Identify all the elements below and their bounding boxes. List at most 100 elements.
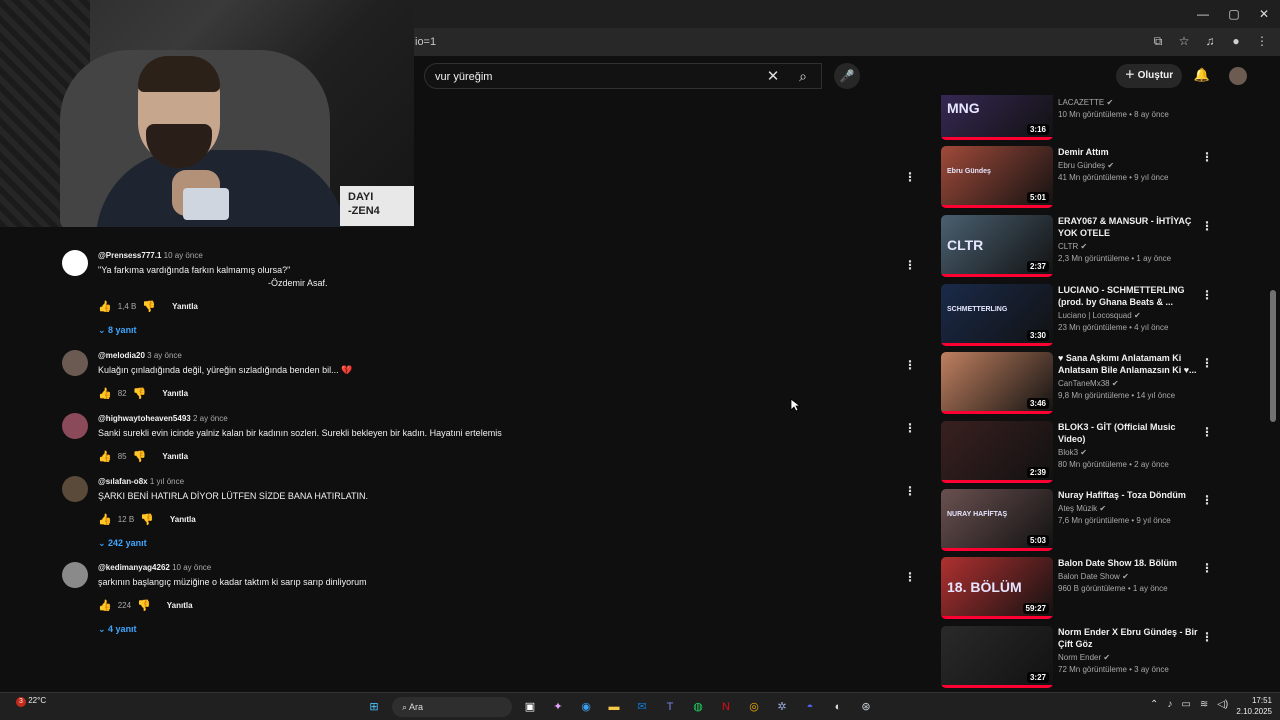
display-icon[interactable]: ▭ xyxy=(1181,699,1190,710)
video-title[interactable]: ♥ Sana Aşkımı Anlatamam Ki Anlatsam Bile… xyxy=(1058,352,1198,376)
comment-username[interactable]: @Prensess777.1 xyxy=(98,251,161,260)
video-title[interactable]: ERAY067 & MANSUR - İHTİYAÇ YOK OTELE xyxy=(1058,215,1198,239)
video-thumbnail[interactable]: Ebru Gündeş 5:01 xyxy=(941,146,1053,208)
copilot-icon[interactable]: ✦ xyxy=(548,697,568,717)
video-menu-icon[interactable]: ⋮ xyxy=(1201,561,1213,575)
video-thumbnail[interactable]: MNG 3:16 xyxy=(941,95,1053,140)
reply-button[interactable]: Yanıtla xyxy=(162,452,188,461)
related-video[interactable]: NURAY HAFİFTAŞ 5:03 Nuray Hafiftaş - Toz… xyxy=(941,489,1213,551)
search-box[interactable]: vur yüreğim ✕ xyxy=(424,63,822,89)
dislike-icon[interactable]: 👎 xyxy=(142,300,156,313)
video-menu-icon[interactable]: ⋮ xyxy=(1201,630,1213,644)
view-replies-button[interactable]: ⌄ 4 yanıt xyxy=(98,622,898,636)
like-icon[interactable]: 👍 xyxy=(98,300,112,313)
comment-time[interactable]: 10 ay önce xyxy=(164,251,203,260)
outlook-icon[interactable]: ✉ xyxy=(632,697,652,717)
comment-avatar[interactable] xyxy=(62,350,88,376)
video-thumbnail[interactable]: 2:39 xyxy=(941,421,1053,483)
reply-button[interactable]: Yanıtla xyxy=(170,515,196,524)
video-menu-icon[interactable]: ⋮ xyxy=(1201,493,1213,507)
comment-time[interactable]: 3 ay önce xyxy=(147,351,182,360)
channel-name[interactable]: LACAZETTE ✔ xyxy=(1058,98,1198,107)
dislike-icon[interactable]: 👎 xyxy=(133,450,147,463)
related-video[interactable]: MNG 3:16 LACAZETTE ✔ 10 Mn görüntüleme •… xyxy=(941,78,1211,140)
view-replies-button[interactable]: ⌄ 242 yanıt xyxy=(98,536,898,550)
url-text[interactable]: io=1 xyxy=(415,33,436,51)
video-menu-icon[interactable]: ⋮ xyxy=(1201,425,1213,439)
minimize-button[interactable]: — xyxy=(1188,4,1218,24)
comment-menu-icon[interactable]: ⋮ xyxy=(904,358,916,372)
edge-icon[interactable]: ◉ xyxy=(576,697,596,717)
like-icon[interactable]: 👍 xyxy=(98,387,112,400)
related-video[interactable]: SCHMETTERLING 3:30 LUCIANO - SCHMETTERLI… xyxy=(941,284,1213,346)
taskbar-search[interactable]: ⌕ Ara xyxy=(392,697,512,717)
close-window-button[interactable]: ✕ xyxy=(1249,4,1279,24)
spotify-icon[interactable]: ◍ xyxy=(688,697,708,717)
video-thumbnail[interactable]: 3:46 xyxy=(941,352,1053,414)
account-avatar[interactable] xyxy=(1229,67,1247,85)
related-video[interactable]: 2:39 BLOK3 - GİT (Official Music Video) … xyxy=(941,421,1213,483)
reply-button[interactable]: Yanıtla xyxy=(162,389,188,398)
install-icon[interactable]: ⧉ xyxy=(1150,32,1166,50)
steam-icon[interactable]: ⊛ xyxy=(856,697,876,717)
comment-username[interactable]: @sılafan-o8x xyxy=(98,477,148,486)
clear-search-icon[interactable]: ✕ xyxy=(763,64,783,90)
video-title[interactable]: Norm Ender X Ebru Gündeş - Bir Çift Göz xyxy=(1058,626,1198,650)
video-thumbnail[interactable]: SCHMETTERLING 3:30 xyxy=(941,284,1053,346)
channel-name[interactable]: Balon Date Show ✔ xyxy=(1058,572,1198,581)
channel-name[interactable]: Ebru Gündeş ✔ xyxy=(1058,161,1198,170)
video-thumbnail[interactable]: CLTR 2:37 xyxy=(941,215,1053,277)
related-video[interactable]: CLTR 2:37 ERAY067 & MANSUR - İHTİYAÇ YOK… xyxy=(941,215,1213,277)
chrome-icon[interactable]: ◎ xyxy=(744,697,764,717)
teams-icon[interactable]: T xyxy=(660,697,680,717)
microphone-icon[interactable]: 🎤 xyxy=(834,63,860,89)
comment-time[interactable]: 2 ay önce xyxy=(193,414,228,423)
channel-name[interactable]: CLTR ✔ xyxy=(1058,242,1198,251)
reply-button[interactable]: Yanıtla xyxy=(172,302,198,311)
video-menu-icon[interactable]: ⋮ xyxy=(1201,356,1213,370)
comment-avatar[interactable] xyxy=(62,476,88,502)
comment-menu-icon[interactable]: ⋮ xyxy=(904,170,916,184)
video-thumbnail[interactable]: 3:27 xyxy=(941,626,1053,688)
settings-app-icon[interactable]: ✲ xyxy=(772,697,792,717)
related-video[interactable]: 3:27 Norm Ender X Ebru Gündeş - Bir Çift… xyxy=(941,626,1213,688)
volume-icon[interactable]: ◁) xyxy=(1217,699,1228,710)
related-video[interactable]: Ebru Gündeş 5:01 Demir Attım Ebru Gündeş… xyxy=(941,146,1213,208)
video-title[interactable]: Demir Attım xyxy=(1058,146,1198,158)
comment-menu-icon[interactable]: ⋮ xyxy=(904,258,916,272)
wifi-icon[interactable]: ≋ xyxy=(1200,699,1208,710)
obs-icon[interactable]: ◐ xyxy=(828,697,848,717)
like-icon[interactable]: 👍 xyxy=(98,450,112,463)
comment-username[interactable]: @kedimanyag4262 xyxy=(98,563,170,572)
windows-start-icon[interactable]: ⊞ xyxy=(364,697,384,717)
video-menu-icon[interactable]: ⋮ xyxy=(1201,219,1213,233)
browser-menu-icon[interactable]: ⋮ xyxy=(1254,32,1270,50)
task-view-icon[interactable]: ▣ xyxy=(520,697,540,717)
chevron-up-icon[interactable]: ⌃ xyxy=(1150,699,1158,710)
dislike-icon[interactable]: 👎 xyxy=(137,599,151,612)
channel-name[interactable]: Blok3 ✔ xyxy=(1058,448,1198,457)
channel-name[interactable]: Norm Ender ✔ xyxy=(1058,653,1198,662)
comment-avatar[interactable] xyxy=(62,250,88,276)
video-menu-icon[interactable]: ⋮ xyxy=(1201,150,1213,164)
profile-icon[interactable]: ● xyxy=(1228,32,1244,50)
bookmark-star-icon[interactable]: ☆ xyxy=(1176,32,1192,50)
video-thumbnail[interactable]: 18. BÖLÜM 59:27 xyxy=(941,557,1053,619)
video-menu-icon[interactable]: ⋮ xyxy=(1201,288,1213,302)
media-control-icon[interactable]: ♫ xyxy=(1202,32,1218,50)
scrollbar[interactable] xyxy=(1270,290,1276,422)
comment-time[interactable]: 10 ay önce xyxy=(172,563,211,572)
video-title[interactable]: BLOK3 - GİT (Official Music Video) xyxy=(1058,421,1198,445)
video-title[interactable]: LUCIANO - SCHMETTERLING (prod. by Ghana … xyxy=(1058,284,1198,308)
channel-name[interactable]: Ateş Müzik ✔ xyxy=(1058,504,1198,513)
related-video[interactable]: 3:46 ♥ Sana Aşkımı Anlatamam Ki Anlatsam… xyxy=(941,352,1213,414)
video-title[interactable]: Nuray Hafiftaş - Toza Döndüm xyxy=(1058,489,1198,501)
clock[interactable]: 17:51 2.10.2025 xyxy=(1232,695,1272,717)
comment-avatar[interactable] xyxy=(62,562,88,588)
comment-time[interactable]: 1 yıl önce xyxy=(150,477,184,486)
channel-name[interactable]: Luciano | Locosquad ✔ xyxy=(1058,311,1198,320)
comment-menu-icon[interactable]: ⋮ xyxy=(904,484,916,498)
dislike-icon[interactable]: 👎 xyxy=(140,513,154,526)
mic-tray-icon[interactable]: ♪ xyxy=(1167,699,1172,710)
search-input[interactable]: vur yüreğim xyxy=(435,64,492,90)
